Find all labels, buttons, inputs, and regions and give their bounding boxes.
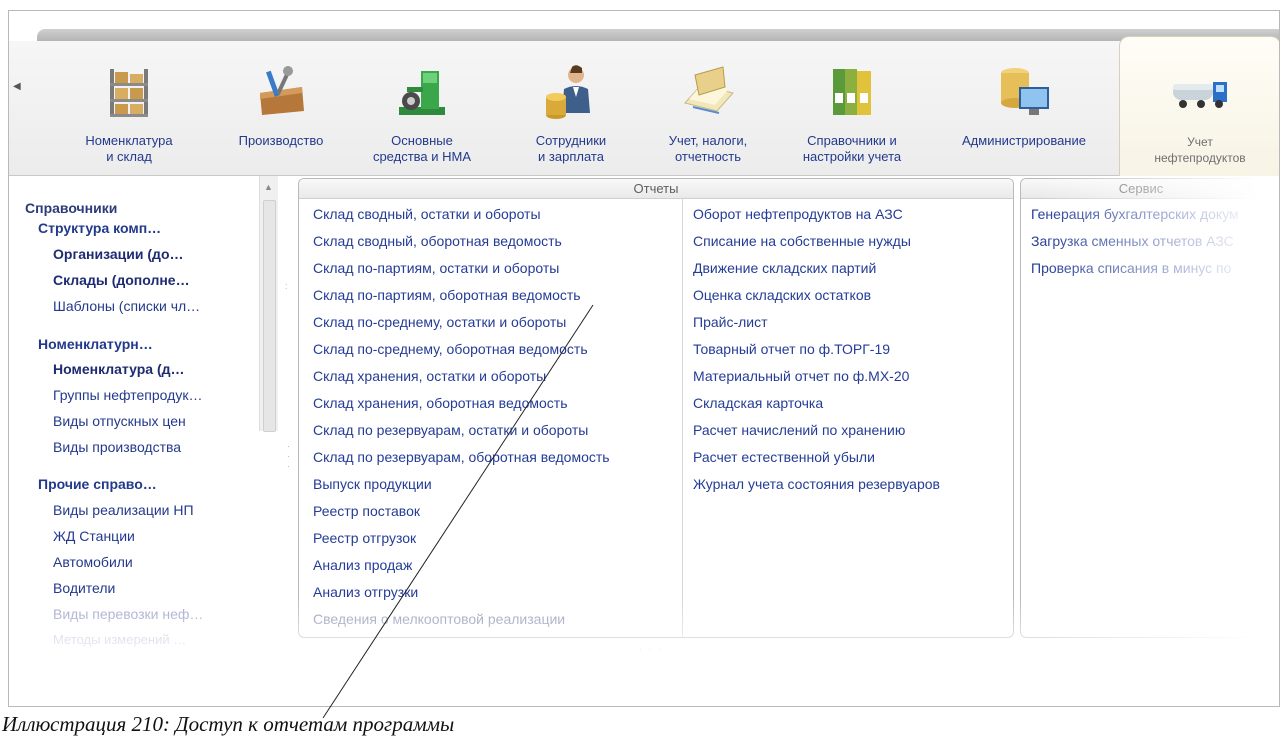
figure-caption: Иллюстрация 210: Доступ к отчетам програ… [2, 712, 455, 736]
callout-pointer-line [322, 304, 594, 719]
